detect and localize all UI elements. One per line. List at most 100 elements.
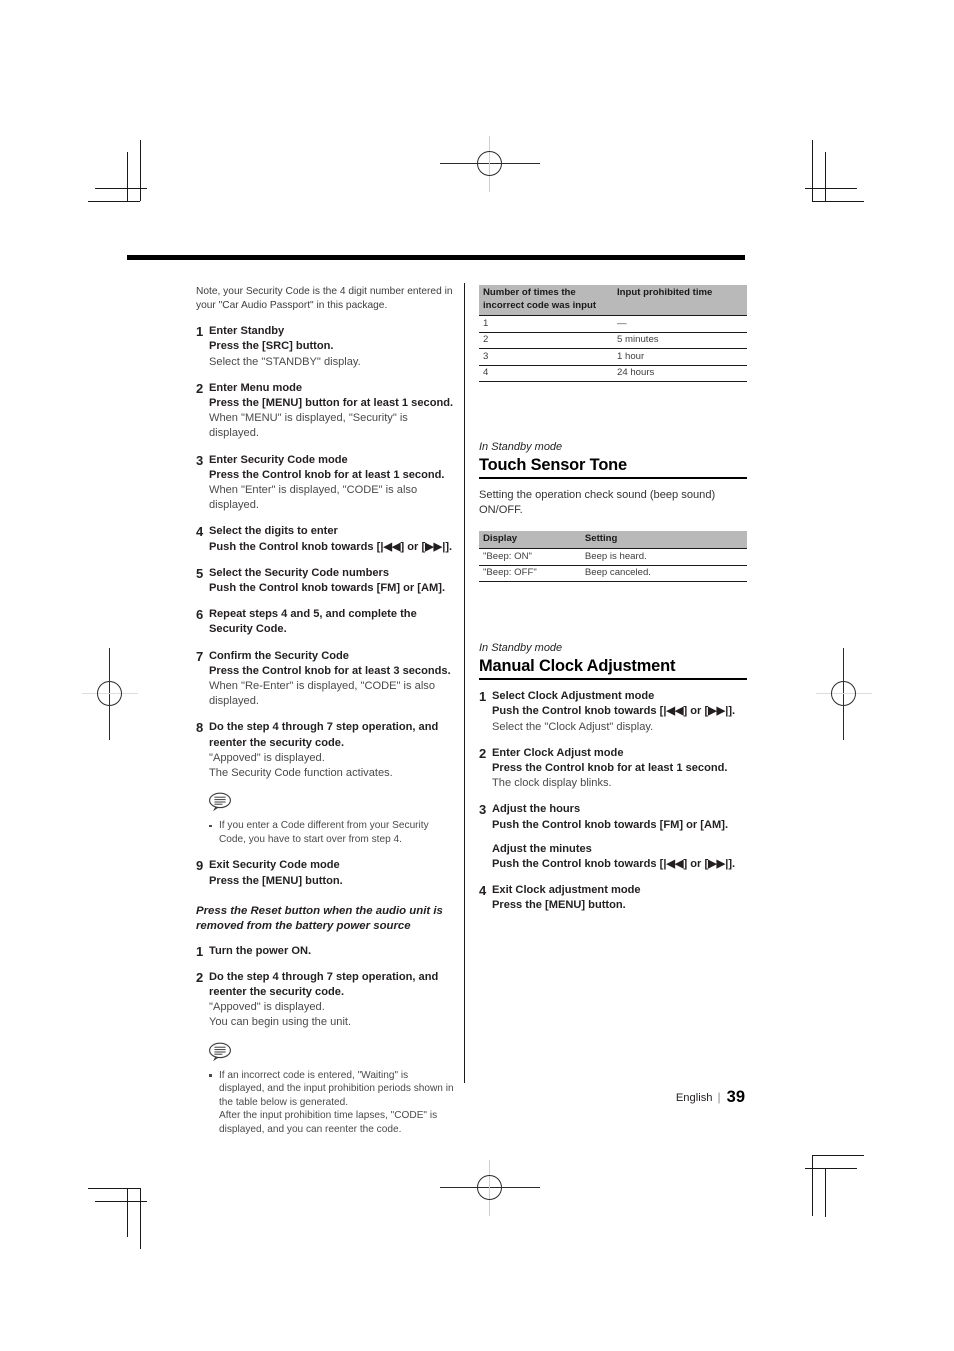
- security-code-step-7: 7 Confirm the Security Code Press the Cont…: [196, 649, 454, 710]
- step-line: Press the Control knob for at least 3 se…: [209, 664, 451, 677]
- step-line: Push the Control knob towards [FM] or [A…: [492, 818, 729, 831]
- security-code-step-9: 9 Exit Security Code mode Press the [MENU]…: [196, 858, 454, 888]
- table-header-cell: Setting: [580, 530, 747, 549]
- crop-mark-bottom-right-h: [812, 1155, 864, 1156]
- footer-language: English: [675, 1092, 713, 1104]
- crop-mark-top-right-v2: [825, 152, 826, 201]
- crop-mark-top-left-v2: [127, 152, 128, 201]
- step-body: Select the digits to enter Push the Contr…: [209, 524, 454, 554]
- step-line: When "Re-Enter" is displayed, "CODE" is …: [209, 680, 435, 708]
- step-body: Do the step 4 through 7 step operation, …: [209, 970, 454, 1031]
- bullet-icon: [209, 824, 212, 828]
- table-cell: 3: [479, 348, 613, 366]
- step-body: Select the Security Code numbers Push the…: [209, 566, 454, 596]
- table-header-cell: Input prohibited time: [613, 285, 747, 316]
- step-number: 3: [196, 452, 204, 468]
- page-content: Note, your Security Code is the 4 digit …: [127, 255, 747, 1135]
- step-number: 2: [196, 969, 204, 985]
- step-line: Enter Standby: [209, 325, 285, 338]
- step-line: Push the Control knob towards [FM] or [A…: [209, 582, 446, 595]
- step-line: The Security Code function activates.: [209, 767, 393, 780]
- crop-mark-top-left-h: [88, 201, 140, 202]
- step-body: Do the step 4 through 7 step operation, …: [209, 720, 454, 781]
- crop-mark-top-right-h2: [805, 188, 857, 189]
- step-number: 4: [479, 883, 487, 899]
- step-number: 3: [479, 802, 487, 818]
- clock-step-2: 2 Enter Clock Adjust mode Press the Contro…: [479, 746, 747, 792]
- table-row: "Beep: OFF" Beep canceled.: [479, 565, 747, 583]
- step-body: Enter Menu mode Press the [MENU] button f…: [209, 381, 454, 442]
- step-line: Press the Control knob for at least 1 se…: [209, 468, 445, 481]
- step-body: Repeat steps 4 and 5, and complete the S…: [209, 607, 454, 637]
- step-line: Press the [MENU] button for at least 1 s…: [209, 397, 454, 409]
- registration-mark-top: [440, 136, 540, 192]
- input-prohibited-time-table: Number of times the incorrect code was i…: [479, 285, 747, 383]
- step-line-gap: [492, 833, 747, 842]
- step-line: Enter Security Code mode: [209, 453, 348, 466]
- step-number: 5: [196, 565, 204, 581]
- security-code-step-list: 1 Enter Standby Press the [SRC] button. Sel…: [196, 324, 454, 781]
- step-body: Enter Standby Press the [SRC] button. Sele…: [209, 324, 454, 370]
- clock-step-4: 4 Exit Clock adjustment mode Press the [ME…: [479, 883, 747, 913]
- table-row: 1—: [479, 315, 747, 333]
- step-line: Select the digits to enter: [209, 525, 338, 538]
- step-line: Confirm the Security Code: [209, 649, 349, 662]
- crop-mark-bottom-left-h2: [95, 1201, 147, 1202]
- table-row: 25 minutes: [479, 332, 747, 350]
- step-line: Select the Security Code numbers: [209, 566, 390, 579]
- footer-separator: |: [717, 1090, 721, 1104]
- table-cell: 1 hour: [613, 348, 747, 366]
- step-line: Select the "Clock Adjust" display.: [492, 720, 654, 733]
- table-cell: "Beep: ON": [479, 548, 581, 566]
- crop-mark-top-left-v: [140, 140, 141, 201]
- table-row: 4 24 hours: [479, 365, 747, 383]
- step-line: When "MENU" is displayed, "Security" is …: [209, 412, 408, 440]
- step-line: Press the Control knob for at least 1 se…: [492, 762, 728, 774]
- step-number: 1: [479, 689, 487, 705]
- step-line: Adjust the minutes: [492, 842, 592, 855]
- crop-mark-bottom-left-v2: [127, 1188, 128, 1237]
- table-cell: 5 minutes: [613, 332, 747, 350]
- reset-button-heading: Press the Reset button when the audio un…: [196, 904, 443, 933]
- registration-mark-right: [816, 648, 872, 740]
- step-line: Enter Clock Adjust mode: [492, 746, 624, 759]
- step-line: Select the "STANDBY" display.: [209, 355, 361, 368]
- clock-mode-label: In Standby mode: [479, 642, 563, 655]
- step-body: Turn the power ON.: [209, 944, 454, 959]
- step-body: Confirm the Security Code Press the Contr…: [209, 649, 454, 710]
- step-line: The clock display blinks.: [492, 777, 612, 790]
- clock-step-1: 1 Select Clock Adjustment mode Push the Co…: [479, 689, 747, 735]
- table-cell: "Beep: OFF": [479, 565, 581, 583]
- manual-clock-adjustment-section: In Standby mode Manual Clock Adjustment …: [479, 641, 747, 913]
- table-header-cell: Number of times the incorrect code was i…: [479, 285, 613, 316]
- security-code-step-6: 6 Repeat steps 4 and 5, and complete the …: [196, 607, 454, 637]
- step-line: Do the step 4 through 7 step operation, …: [209, 721, 439, 749]
- memo-note-2-text-cont: After the input prohibition time lapses,…: [219, 1110, 438, 1136]
- crop-mark-top-left-h2: [95, 188, 147, 189]
- crop-mark-bottom-left-v: [140, 1188, 141, 1249]
- step-line: Push the Control knob towards [|◀◀] or […: [492, 858, 736, 871]
- crop-mark-top-right-h: [812, 201, 864, 202]
- left-column: Note, your Security Code is the 4 digit …: [196, 285, 454, 1149]
- bullet-icon: [209, 1074, 212, 1077]
- step-line: You can begin using the unit.: [209, 1016, 352, 1029]
- reset-step-2: 2 Do the step 4 through 7 step operation,…: [196, 970, 454, 1031]
- security-code-step-8: 8 Do the step 4 through 7 step operation,…: [196, 720, 454, 781]
- touch-sensor-mode-label: In Standby mode: [479, 441, 563, 454]
- step-line: "Appoved" is displayed.: [209, 1001, 325, 1014]
- security-code-step-2: 2 Enter Menu mode Press the [MENU] button …: [196, 381, 454, 442]
- memo-note-1-list: If you enter a Code different from your …: [208, 819, 454, 846]
- step-body: Enter Security Code mode Press the Contro…: [209, 453, 454, 514]
- clock-step-3: 3 Adjust the hours Push the Control knob t…: [479, 802, 747, 872]
- touch-sensor-description: Setting the operation check sound (beep …: [479, 489, 716, 517]
- step-line: Enter Menu mode: [209, 381, 303, 394]
- reset-step-1: 1 Turn the power ON.: [196, 944, 454, 959]
- crop-mark-bottom-right-v: [812, 1155, 813, 1216]
- table-row: "Beep: ON" Beep is heard.: [479, 548, 747, 566]
- beep-setting-table: Display Setting "Beep: ON" Beep is heard.…: [479, 530, 747, 583]
- memo-bubble-icon: [208, 792, 454, 817]
- security-code-step-1: 1 Enter Standby Press the [SRC] button. Sel…: [196, 324, 454, 370]
- table-row: 31 hour: [479, 348, 747, 366]
- step-body: Exit Clock adjustment mode Press the [MEN…: [492, 883, 747, 913]
- crop-mark-bottom-left-h: [88, 1188, 140, 1189]
